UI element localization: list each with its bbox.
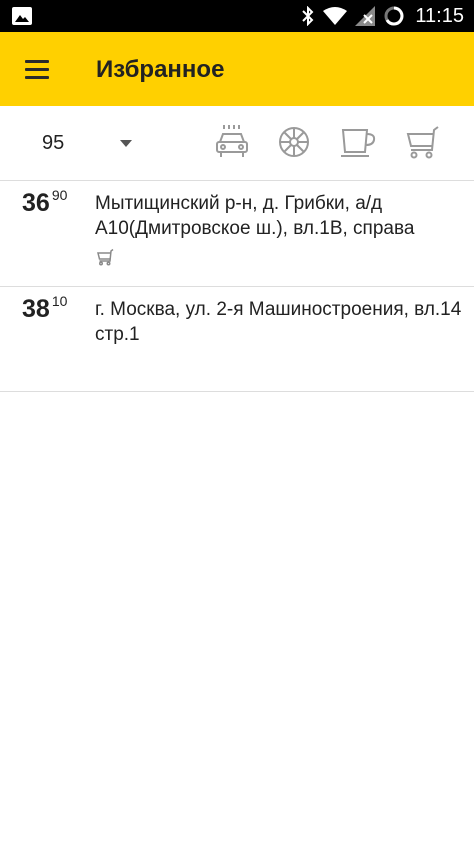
fuel-type-dropdown[interactable]: 95	[20, 120, 150, 166]
status-time: 11:15	[415, 4, 464, 27]
price-main: 36	[22, 189, 50, 217]
battery-icon	[384, 6, 404, 26]
status-bar: 11:15	[0, 0, 474, 32]
hamburger-menu-icon[interactable]	[14, 47, 60, 91]
page-title: Избранное	[96, 56, 225, 83]
signal-icon	[355, 6, 376, 26]
bluetooth-icon	[302, 6, 314, 26]
shop-cart-icon	[97, 248, 114, 266]
gallery-icon	[12, 7, 32, 25]
station-row[interactable]: 36 90 Мытищинский р-н, д. Грибки, а/д А10…	[0, 181, 474, 286]
shop-cart-icon[interactable]	[402, 122, 442, 162]
price-main: 38	[22, 295, 50, 323]
price-cents: 90	[51, 187, 68, 203]
filter-bar: 95	[0, 106, 474, 180]
station-row[interactable]: 38 10 г. Москва, ул. 2-я Машиностроения, …	[0, 287, 474, 392]
price-cents: 10	[51, 293, 68, 309]
fuel-price: 36 90	[22, 187, 68, 218]
fuel-price: 38 10	[22, 293, 68, 324]
cafe-icon[interactable]	[338, 122, 378, 162]
status-icons: 11:15	[301, 0, 464, 32]
station-address: Мытищинский р-н, д. Грибки, а/д А10(Дмит…	[95, 193, 415, 239]
divider	[0, 391, 474, 392]
app-bar: Избранное	[0, 32, 474, 106]
station-address: г. Москва, ул. 2-я Машиностроения, вл.14…	[95, 299, 462, 345]
wifi-icon	[323, 7, 348, 25]
fuel-type-value: 95	[42, 132, 65, 154]
tire-service-icon[interactable]	[274, 122, 314, 162]
chevron-down-icon	[120, 140, 132, 147]
car-wash-icon[interactable]	[212, 122, 252, 162]
